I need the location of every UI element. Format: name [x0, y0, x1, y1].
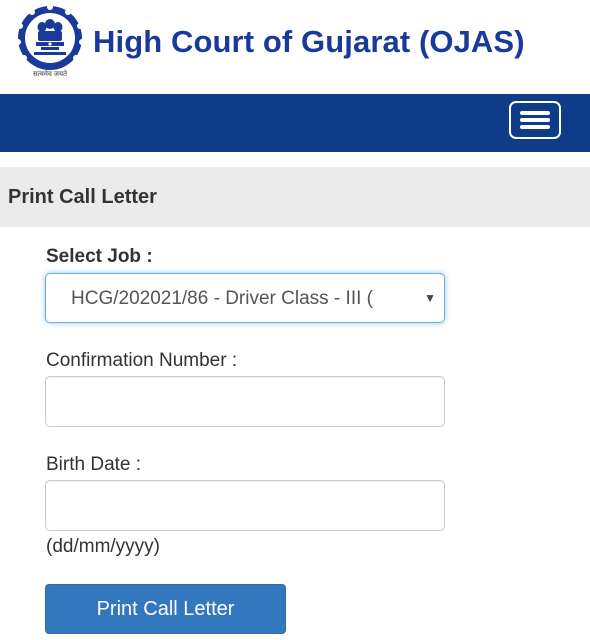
site-title: High Court of Gujarat (OJAS)	[93, 24, 525, 59]
hamburger-menu-icon[interactable]	[509, 101, 561, 139]
panel-heading: Print Call Letter	[0, 167, 590, 227]
chevron-down-icon: ▼	[424, 291, 436, 305]
print-call-letter-button[interactable]: Print Call Letter	[45, 584, 286, 634]
menu-bar	[520, 118, 550, 122]
emblem-motto: सत्यमेव जयते	[32, 71, 68, 78]
confirmation-number-label: Confirmation Number :	[46, 350, 238, 371]
menu-bar	[520, 111, 550, 115]
emblem-of-india-icon[interactable]: सत्यमेव जयते	[14, 4, 86, 82]
confirmation-number-input[interactable]	[45, 376, 445, 427]
navbar	[0, 94, 590, 152]
page-title: Print Call Letter	[8, 186, 157, 208]
select-job-value: HCG/202021/86 - Driver Class - III (	[71, 288, 373, 309]
menu-bar	[520, 125, 550, 129]
site-header: सत्यमेव जयते High Court of Gujarat (OJAS…	[0, 0, 590, 94]
birth-date-label: Birth Date :	[46, 454, 142, 475]
select-job-label: Select Job :	[46, 246, 153, 267]
select-job-dropdown[interactable]: HCG/202021/86 - Driver Class - III ( ▼	[45, 273, 445, 323]
birth-date-format-hint: (dd/mm/yyyy)	[46, 536, 160, 557]
birth-date-input[interactable]	[45, 480, 445, 531]
